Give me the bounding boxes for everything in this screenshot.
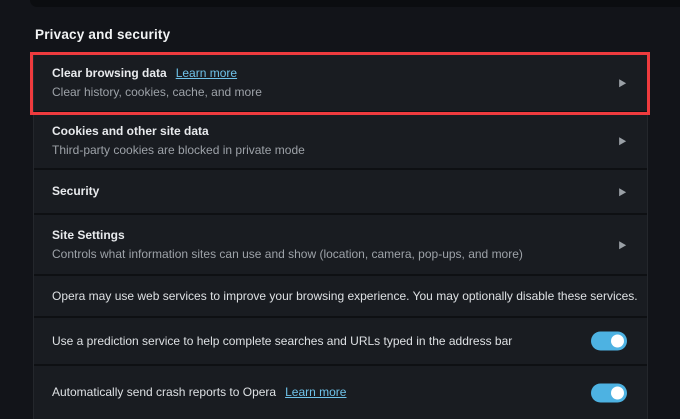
chevron-right-icon: ▶ bbox=[619, 186, 626, 196]
toolbar-bottom-edge bbox=[30, 0, 680, 7]
prediction-service-toggle[interactable] bbox=[591, 332, 627, 351]
page-title: Privacy and security bbox=[35, 27, 170, 42]
settings-list: Clear browsing data Learn more Clear his… bbox=[33, 55, 648, 419]
row-title: Clear browsing data bbox=[52, 64, 167, 83]
row-clear-browsing-data[interactable]: Clear browsing data Learn more Clear his… bbox=[34, 55, 647, 113]
row-subtitle: Clear history, cookies, cache, and more bbox=[52, 83, 607, 102]
chevron-right-icon: ▶ bbox=[619, 78, 626, 88]
chevron-right-icon: ▶ bbox=[619, 135, 626, 145]
row-subtitle: Third-party cookies are blocked in priva… bbox=[52, 141, 607, 160]
setting-label: Use a prediction service to help complet… bbox=[52, 333, 607, 349]
row-title: Security bbox=[52, 182, 99, 201]
chevron-right-icon: ▶ bbox=[619, 239, 626, 249]
row-subtitle: Controls what information sites can use … bbox=[52, 245, 607, 264]
setting-label: Automatically send crash reports to Oper… bbox=[52, 384, 276, 400]
row-title: Cookies and other site data bbox=[52, 122, 209, 141]
toggle-knob bbox=[611, 335, 624, 348]
row-prediction-service[interactable]: Use a prediction service to help complet… bbox=[34, 318, 647, 366]
info-text: Opera may use web services to improve yo… bbox=[52, 288, 607, 304]
row-crash-reports[interactable]: Automatically send crash reports to Oper… bbox=[34, 366, 647, 419]
row-web-services-info: Opera may use web services to improve yo… bbox=[34, 276, 647, 318]
row-site-settings[interactable]: Site Settings Controls what information … bbox=[34, 215, 647, 276]
crash-reports-toggle[interactable] bbox=[591, 383, 627, 402]
row-title: Site Settings bbox=[52, 226, 125, 245]
learn-more-link[interactable]: Learn more bbox=[176, 64, 237, 83]
toggle-knob bbox=[611, 386, 624, 399]
learn-more-link[interactable]: Learn more bbox=[285, 383, 346, 402]
row-cookies-site-data[interactable]: Cookies and other site data Third-party … bbox=[34, 113, 647, 170]
row-security[interactable]: Security ▶ bbox=[34, 170, 647, 215]
